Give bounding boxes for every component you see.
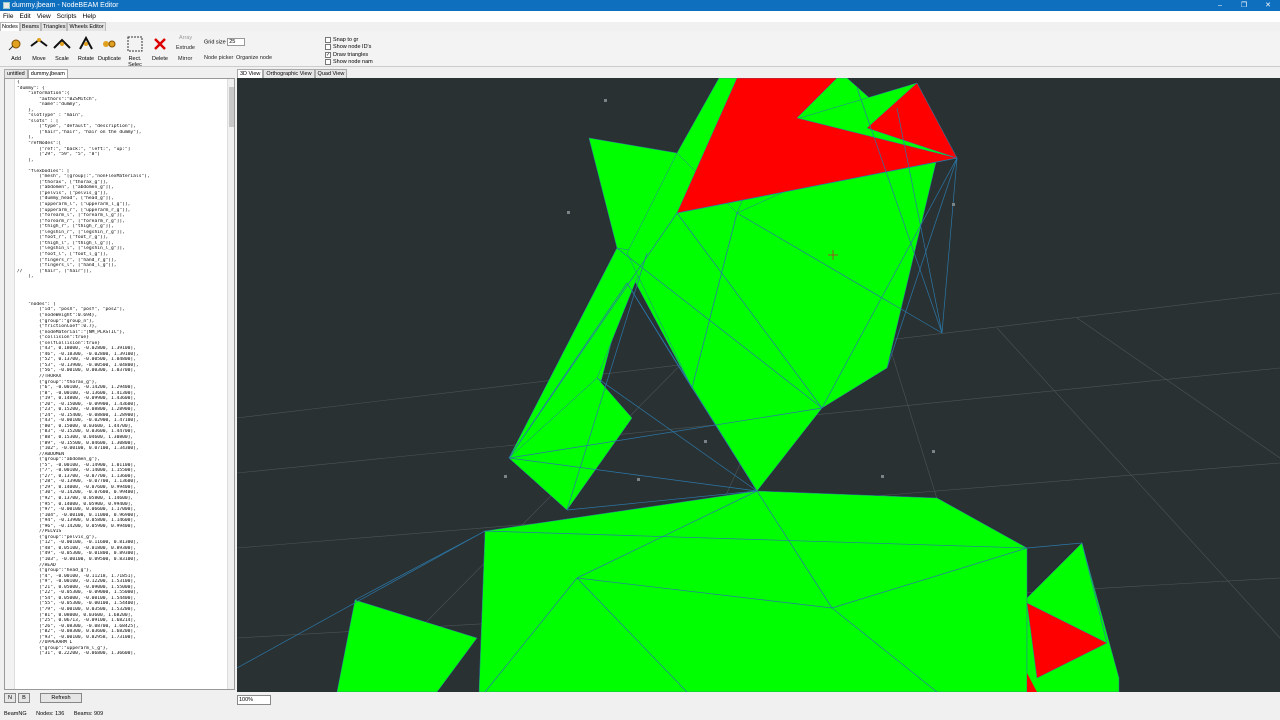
- scale-button[interactable]: Scale: [51, 34, 73, 62]
- show-node-ids-label: Show node ID's: [333, 44, 372, 51]
- engine-label: BeamNG: [4, 711, 27, 717]
- mesh-canvas[interactable]: [237, 78, 1280, 692]
- delete-button[interactable]: Delete: [149, 34, 171, 62]
- 3d-viewport[interactable]: [237, 78, 1280, 692]
- menu-view[interactable]: View: [37, 13, 51, 20]
- rotate-icon: [79, 35, 93, 50]
- snap-to-grid-checkbox[interactable]: Snap to gr: [325, 36, 373, 44]
- grid-size-input[interactable]: 25: [227, 38, 246, 46]
- n-button[interactable]: N: [4, 693, 16, 703]
- tab-triangles[interactable]: Triangles: [41, 22, 68, 31]
- tab-3d-view[interactable]: 3D View: [237, 69, 264, 78]
- node-count: Nodes: 136: [36, 711, 65, 717]
- rect-select-label: Rect. Selec: [128, 56, 142, 68]
- duplicate-button[interactable]: Duplicate: [98, 34, 121, 62]
- rect-select-button[interactable]: Rect. Selec: [122, 34, 148, 68]
- move-label: Move: [32, 56, 46, 62]
- array-button[interactable]: Array: [179, 35, 192, 41]
- beam-count: Beams: 909: [73, 711, 104, 717]
- minimize-button[interactable]: –: [1208, 0, 1232, 11]
- duplicate-icon: [103, 40, 116, 48]
- menu-edit[interactable]: Edit: [19, 13, 30, 20]
- editor-scrollbar[interactable]: [227, 79, 234, 689]
- node-picker-button[interactable]: Node picker: [204, 55, 233, 61]
- mirror-button[interactable]: Mirror: [178, 56, 192, 62]
- code-line: ["31", 0.22200, -0.06800, 1.36600],: [17, 651, 136, 657]
- tab-wheels-editor[interactable]: Wheels Editor: [67, 22, 106, 31]
- maximize-button[interactable]: ❐: [1232, 0, 1256, 11]
- b-button[interactable]: B: [18, 693, 30, 703]
- checkbox-box: [325, 44, 331, 51]
- close-button[interactable]: ✕: [1256, 0, 1280, 11]
- line-number-gutter: [5, 79, 15, 689]
- delete-label: Delete: [152, 56, 168, 62]
- tab-untitled[interactable]: untitled: [4, 69, 28, 78]
- app-icon: [3, 2, 10, 9]
- show-node-ids-checkbox[interactable]: Show node ID's: [325, 44, 373, 52]
- scrollbar-thumb[interactable]: [229, 87, 234, 127]
- rotate-button[interactable]: Rotate: [75, 34, 97, 62]
- title-bar: dummy.jbeam - NodeBEAM Editor – ❐ ✕: [0, 0, 1280, 11]
- show-node-names-label: Show node nam: [333, 59, 373, 66]
- add-node-icon: [8, 39, 21, 51]
- scale-icon: [53, 38, 71, 49]
- move-icon: [30, 38, 48, 47]
- editor-bottom-bar: N B Refresh: [4, 692, 82, 704]
- duplicate-label: Duplicate: [98, 56, 121, 62]
- mode-tabs: Nodes Beams Triangles Wheels Editor: [0, 22, 106, 31]
- delete-icon: [154, 38, 166, 50]
- add-label: Add: [11, 56, 21, 62]
- view-tabs: 3D View Orthographic View Quad View: [237, 69, 348, 78]
- menu-scripts[interactable]: Scripts: [57, 13, 77, 20]
- checkbox-box: [325, 36, 331, 43]
- code-editor[interactable]: {"dummy": { "information":{ "authors":"B…: [4, 78, 235, 690]
- refresh-button[interactable]: Refresh: [40, 693, 82, 703]
- checkbox-box: [325, 59, 331, 66]
- add-button[interactable]: Add: [5, 34, 27, 62]
- code-text[interactable]: {"dummy": { "information":{ "authors":"B…: [17, 80, 227, 657]
- tab-dummy-jbeam[interactable]: dummy.jbeam: [27, 69, 68, 78]
- grid-size-label: Grid size: [204, 39, 226, 46]
- checkmark-icon: ✓: [325, 51, 331, 58]
- organize-node-button[interactable]: Organize node: [236, 55, 272, 61]
- menu-help[interactable]: Help: [83, 13, 96, 20]
- tab-nodes[interactable]: Nodes: [0, 22, 20, 31]
- window-title: dummy.jbeam - NodeBEAM Editor: [12, 2, 119, 9]
- rotate-label: Rotate: [77, 56, 95, 62]
- menu-file[interactable]: File: [3, 13, 13, 20]
- tab-beams[interactable]: Beams: [19, 22, 42, 31]
- draw-triangles-label: Draw triangles: [333, 51, 369, 58]
- scale-label: Scale: [55, 56, 69, 62]
- move-button[interactable]: Move: [28, 34, 50, 62]
- tab-orthographic-view[interactable]: Orthographic View: [263, 69, 315, 78]
- draw-triangles-checkbox[interactable]: ✓ Draw triangles: [325, 51, 373, 59]
- tab-quad-view[interactable]: Quad View: [314, 69, 348, 78]
- file-tabs: untitled dummy.jbeam: [4, 69, 68, 78]
- extrude-button[interactable]: Extrude: [176, 45, 195, 51]
- rect-select-icon: [127, 36, 143, 52]
- show-node-names-checkbox[interactable]: Show node nam: [325, 59, 373, 67]
- view-options: Snap to gr Show node ID's ✓ Draw triangle…: [325, 36, 373, 66]
- snap-to-grid-label: Snap to gr: [333, 36, 359, 43]
- toolbar: Add Move Scale Rotate Duplicate Rect. Se…: [0, 31, 1280, 68]
- grid-size-control: Grid size 25: [204, 38, 246, 46]
- zoom-level-input[interactable]: 100%: [237, 695, 271, 705]
- menu-bar: File Edit View Scripts Help: [0, 11, 1280, 22]
- status-bar: BeamNG Nodes: 136 Beams: 909: [0, 708, 1280, 720]
